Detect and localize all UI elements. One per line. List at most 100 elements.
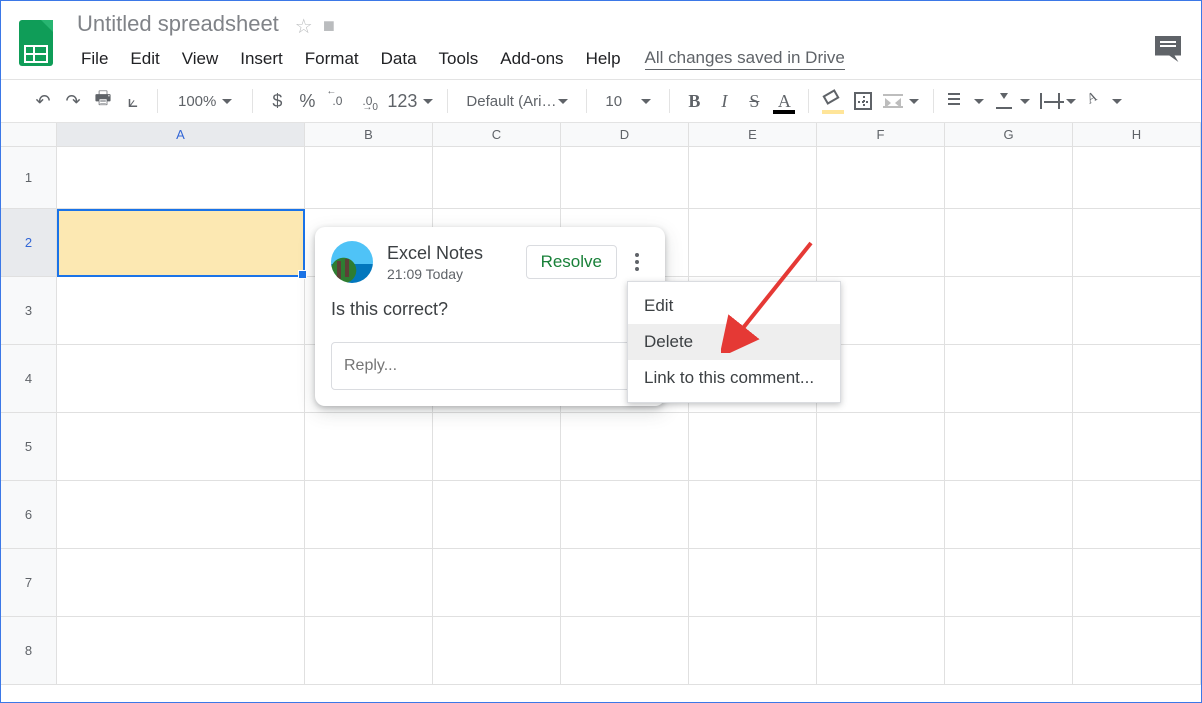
text-color-button[interactable]: A <box>770 86 798 116</box>
cell-E2[interactable] <box>689 209 817 277</box>
cell-B8[interactable] <box>305 617 433 685</box>
cell-D8[interactable] <box>561 617 689 685</box>
ctx-link-to-comment[interactable]: Link to this comment... <box>628 360 840 396</box>
row-header-7[interactable]: 7 <box>1 549 57 617</box>
cell-D6[interactable] <box>561 481 689 549</box>
row-header-8[interactable]: 8 <box>1 617 57 685</box>
doc-title[interactable]: Untitled spreadsheet <box>71 7 285 41</box>
cell-G8[interactable] <box>945 617 1073 685</box>
col-header-A[interactable]: A <box>57 123 305 146</box>
col-header-D[interactable]: D <box>561 123 689 146</box>
text-rotation-button[interactable] <box>1082 86 1126 116</box>
cell-H8[interactable] <box>1073 617 1201 685</box>
cell-C8[interactable] <box>433 617 561 685</box>
cell-H5[interactable] <box>1073 413 1201 481</box>
cell-F8[interactable] <box>817 617 945 685</box>
cell-B1[interactable] <box>305 147 433 209</box>
cell-C1[interactable] <box>433 147 561 209</box>
format-currency-button[interactable]: $ <box>263 86 291 116</box>
cell-A7[interactable] <box>57 549 305 617</box>
cell-A2-selected[interactable] <box>57 209 305 277</box>
cell-G2[interactable] <box>945 209 1073 277</box>
cell-F2[interactable] <box>817 209 945 277</box>
cell-G1[interactable] <box>945 147 1073 209</box>
bold-button[interactable]: B <box>680 86 708 116</box>
cell-H4[interactable] <box>1073 345 1201 413</box>
ctx-delete[interactable]: Delete <box>628 324 840 360</box>
cell-A8[interactable] <box>57 617 305 685</box>
cell-H3[interactable] <box>1073 277 1201 345</box>
col-header-H[interactable]: H <box>1073 123 1201 146</box>
cell-B6[interactable] <box>305 481 433 549</box>
decrease-decimal-button[interactable]: ←.0 <box>323 86 351 116</box>
cell-F6[interactable] <box>817 481 945 549</box>
zoom-select[interactable]: 100% <box>168 93 242 110</box>
cell-E5[interactable] <box>689 413 817 481</box>
cell-E6[interactable] <box>689 481 817 549</box>
horizontal-align-button[interactable] <box>944 86 988 116</box>
cell-E7[interactable] <box>689 549 817 617</box>
undo-button[interactable]: ↶ <box>29 86 57 116</box>
cell-G3[interactable] <box>945 277 1073 345</box>
menu-format[interactable]: Format <box>295 45 369 73</box>
cell-F5[interactable] <box>817 413 945 481</box>
redo-button[interactable]: ↷ <box>59 86 87 116</box>
menu-tools[interactable]: Tools <box>429 45 489 73</box>
cell-F7[interactable] <box>817 549 945 617</box>
col-header-F[interactable]: F <box>817 123 945 146</box>
row-header-5[interactable]: 5 <box>1 413 57 481</box>
menu-data[interactable]: Data <box>371 45 427 73</box>
row-header-2[interactable]: 2 <box>1 209 57 277</box>
cell-E1[interactable] <box>689 147 817 209</box>
cell-G7[interactable] <box>945 549 1073 617</box>
menu-file[interactable]: File <box>71 45 118 73</box>
ctx-edit[interactable]: Edit <box>628 288 840 324</box>
text-wrap-button[interactable] <box>1036 86 1080 116</box>
sheets-logo[interactable] <box>17 18 57 70</box>
row-header-4[interactable]: 4 <box>1 345 57 413</box>
cell-B7[interactable] <box>305 549 433 617</box>
cell-H7[interactable] <box>1073 549 1201 617</box>
star-icon[interactable]: ☆ <box>295 10 313 39</box>
font-family-select[interactable]: Default (Ari… <box>458 93 576 110</box>
cell-A3[interactable] <box>57 277 305 345</box>
cell-D7[interactable] <box>561 549 689 617</box>
comment-reply-input[interactable] <box>331 342 649 390</box>
fill-color-button[interactable] <box>819 86 847 116</box>
font-size-select[interactable]: 10 <box>597 93 659 110</box>
cell-H1[interactable] <box>1073 147 1201 209</box>
increase-decimal-button[interactable]: .0→0 <box>353 86 381 116</box>
vertical-align-button[interactable] <box>990 86 1034 116</box>
menu-edit[interactable]: Edit <box>120 45 169 73</box>
drive-save-status[interactable]: All changes saved in Drive <box>645 48 845 70</box>
italic-button[interactable]: I <box>710 86 738 116</box>
row-header-6[interactable]: 6 <box>1 481 57 549</box>
cell-A6[interactable] <box>57 481 305 549</box>
borders-button[interactable] <box>849 86 877 116</box>
row-header-1[interactable]: 1 <box>1 147 57 209</box>
cell-A1[interactable] <box>57 147 305 209</box>
cell-F1[interactable] <box>817 147 945 209</box>
print-button[interactable]: 🖶 <box>89 86 117 116</box>
cell-E8[interactable] <box>689 617 817 685</box>
more-formats-button[interactable]: 123 <box>383 86 437 116</box>
menu-addons[interactable]: Add-ons <box>490 45 573 73</box>
strikethrough-button[interactable]: S <box>740 86 768 116</box>
cell-C7[interactable] <box>433 549 561 617</box>
cell-C6[interactable] <box>433 481 561 549</box>
move-folder-icon[interactable]: ■ <box>323 11 335 38</box>
menu-insert[interactable]: Insert <box>230 45 293 73</box>
row-header-3[interactable]: 3 <box>1 277 57 345</box>
comment-more-icon[interactable] <box>625 247 649 277</box>
cell-A5[interactable] <box>57 413 305 481</box>
resolve-button[interactable]: Resolve <box>526 245 617 279</box>
cell-C5[interactable] <box>433 413 561 481</box>
select-all-corner[interactable] <box>1 123 57 146</box>
col-header-B[interactable]: B <box>305 123 433 146</box>
cell-D5[interactable] <box>561 413 689 481</box>
cell-G5[interactable] <box>945 413 1073 481</box>
menu-help[interactable]: Help <box>576 45 631 73</box>
cell-H2[interactable] <box>1073 209 1201 277</box>
menu-view[interactable]: View <box>172 45 229 73</box>
cell-A4[interactable] <box>57 345 305 413</box>
